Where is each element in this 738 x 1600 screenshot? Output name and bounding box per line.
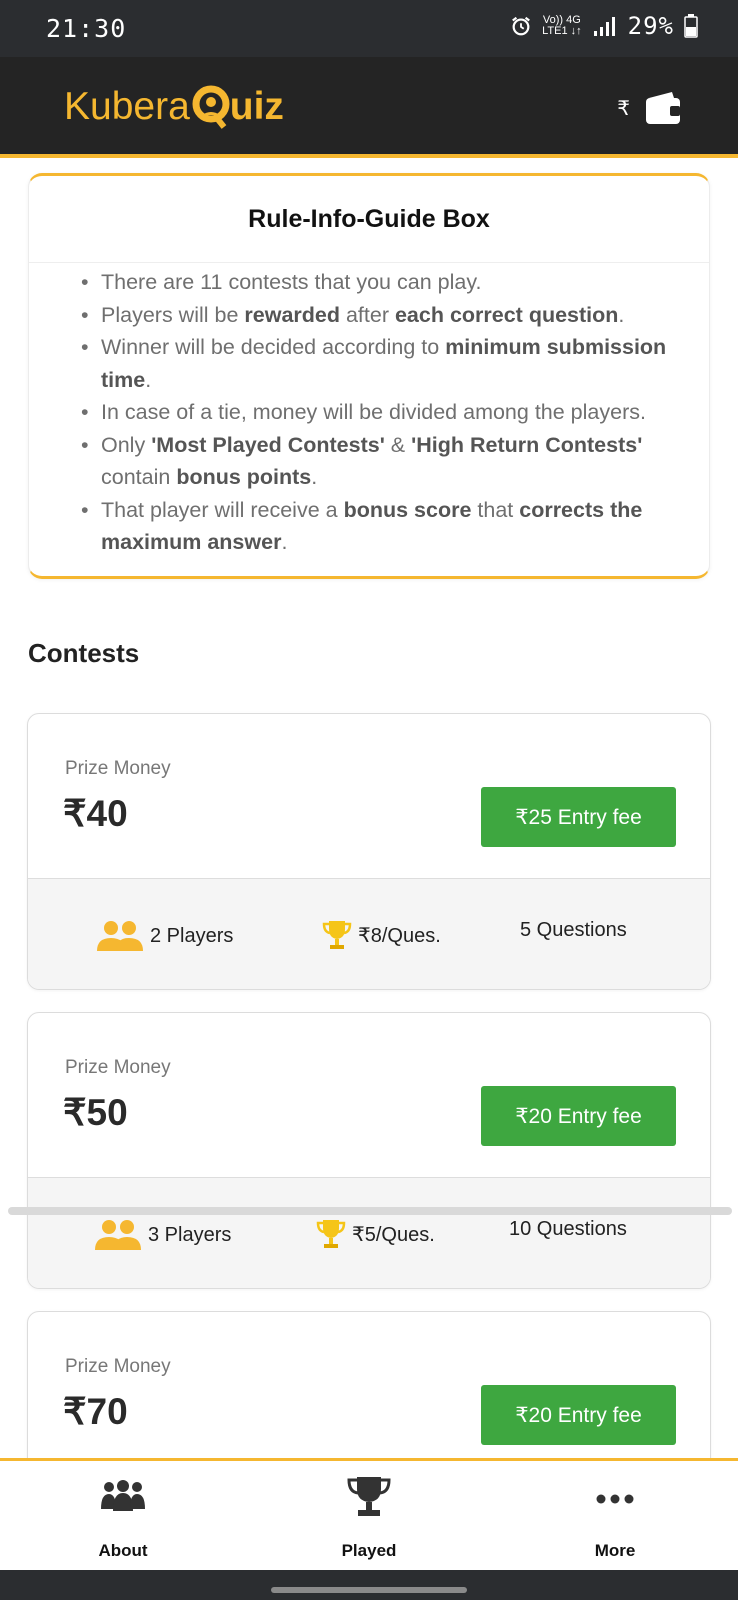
rule-text: .: [311, 465, 318, 489]
nav-played[interactable]: Played: [246, 1461, 492, 1573]
wallet-icon: [646, 92, 680, 124]
rule-text: .: [281, 530, 288, 554]
rule-item: That player will receive a bonus score t…: [81, 494, 709, 559]
logo-text-left: Kubera: [64, 85, 190, 128]
battery-icon: [684, 14, 698, 38]
entry-fee-button[interactable]: ₹20 Entry fee: [481, 1086, 676, 1146]
wallet-button[interactable]: ₹: [617, 90, 682, 126]
per-question-amount: ₹5/Ques.: [352, 1223, 435, 1246]
rule-box-title: Rule-Info-Guide Box: [29, 176, 709, 263]
players-count: 3 Players: [148, 1223, 232, 1246]
rule-emphasis: bonus score: [343, 497, 472, 522]
questions-stat: 10 Questions: [509, 1218, 627, 1241]
rule-item: There are 11 contests that you can play.: [81, 266, 709, 299]
logo-q-icon: [192, 85, 230, 129]
players-stat: 2 Players: [96, 919, 233, 953]
home-gesture-bar[interactable]: [271, 1587, 467, 1593]
questions-count: 10 Questions: [509, 1218, 627, 1240]
rule-emphasis: bonus points: [176, 465, 312, 489]
users-icon: [97, 921, 143, 951]
rule-text: That player will receive a: [101, 497, 344, 522]
rule-text: .: [145, 367, 152, 392]
rule-text: .: [618, 302, 625, 327]
logo-text-right: uiz: [229, 85, 284, 128]
contest-card-stats: 3 Players ₹5/Ques. 10 Questions: [28, 1178, 710, 1288]
signal-icon: [593, 17, 615, 36]
entry-fee-button[interactable]: ₹25 Entry fee: [481, 787, 676, 847]
prize-label: Prize Money: [65, 1057, 171, 1078]
per-question-stat: ₹8/Ques.: [322, 919, 441, 951]
prize-label: Prize Money: [65, 758, 171, 779]
rule-text: &: [384, 432, 412, 457]
status-time: 21:30: [46, 14, 127, 43]
trophy-icon: [347, 1477, 391, 1516]
wallet-currency: ₹: [617, 97, 630, 120]
rule-text: contain: [101, 465, 177, 489]
bottom-nav: About Played More: [0, 1458, 738, 1573]
rule-text: Players will be: [101, 302, 245, 327]
rule-text: that: [471, 497, 520, 522]
rule-emphasis: 'Most Played Contests': [151, 432, 385, 457]
prize-amount: ₹40: [63, 793, 128, 834]
rule-list: There are 11 contests that you can play.…: [29, 263, 709, 559]
contest-card[interactable]: Prize Money ₹40 ₹25 Entry fee 2 Players …: [27, 713, 711, 990]
app-logo[interactable]: Kubera uiz: [64, 82, 284, 132]
nav-about-label: About: [98, 1541, 148, 1560]
contests-heading: Contests: [28, 638, 140, 668]
users-icon: [95, 1220, 141, 1250]
rule-item: In case of a tie, money will be divided …: [81, 396, 709, 429]
rule-text: after: [340, 302, 395, 327]
questions-count: 5 Questions: [520, 919, 627, 941]
per-question-amount: ₹8/Ques.: [358, 924, 441, 947]
rule-emphasis: rewarded: [244, 302, 340, 327]
system-nav-bar: [0, 1570, 738, 1600]
network-indicator: Vo)) 4G LTE1 ↓↑: [542, 15, 582, 37]
alarm-icon: [512, 16, 531, 36]
rule-emphasis: 'High Return Contests': [411, 432, 643, 457]
trophy-icon: [322, 921, 352, 949]
network-bottom: LTE1 ↓↑: [542, 25, 582, 37]
nav-played-label: Played: [341, 1541, 397, 1560]
trophy-icon: [316, 1220, 346, 1248]
rule-text: Only: [101, 432, 152, 457]
scroll-divider: [8, 1207, 732, 1215]
status-icons: Vo)) 4G LTE1 ↓↑ 29%: [510, 12, 698, 40]
prize-amount: ₹50: [63, 1092, 128, 1133]
rule-text: In case of a tie, money will be divided …: [101, 400, 646, 424]
contest-card-top: Prize Money ₹70 ₹20 Entry fee: [28, 1312, 710, 1470]
questions-stat: 5 Questions: [520, 919, 627, 942]
rule-emphasis: each correct question: [394, 302, 619, 327]
contest-card-stats: 2 Players ₹8/Ques. 5 Questions: [28, 879, 710, 989]
more-icon: [596, 1494, 634, 1504]
rule-item: Only 'Most Played Contests' & 'High Retu…: [81, 429, 709, 494]
prize-label: Prize Money: [65, 1356, 171, 1377]
nav-about[interactable]: About: [0, 1461, 246, 1573]
status-bar: 21:30 Vo)) 4G LTE1 ↓↑ 29%: [0, 0, 738, 57]
rule-text: Winner will be decided according to: [101, 335, 446, 359]
rule-item: Winner will be decided according to mini…: [81, 331, 709, 396]
per-question-stat: ₹5/Ques.: [316, 1218, 435, 1250]
players-count: 2 Players: [150, 924, 234, 947]
nav-more[interactable]: More: [492, 1461, 738, 1573]
nav-more-label: More: [594, 1541, 636, 1560]
contest-card[interactable]: Prize Money ₹50 ₹20 Entry fee 3 Players …: [27, 1012, 711, 1289]
contest-card[interactable]: Prize Money ₹70 ₹20 Entry fee: [27, 1311, 711, 1471]
logo-quiz: uiz: [192, 85, 284, 129]
entry-fee-button[interactable]: ₹20 Entry fee: [481, 1385, 676, 1445]
battery-percent: 29%: [627, 12, 674, 40]
prize-amount: ₹70: [63, 1391, 128, 1432]
group-icon: [101, 1480, 145, 1511]
app-header: Kubera uiz ₹: [0, 57, 738, 158]
contest-card-top: Prize Money ₹50 ₹20 Entry fee: [28, 1013, 710, 1178]
players-stat: 3 Players: [94, 1218, 231, 1252]
rule-text: There are 11 contests that you can play.: [101, 270, 482, 294]
contest-card-top: Prize Money ₹40 ₹25 Entry fee: [28, 714, 710, 879]
rule-item: Players will be rewarded after each corr…: [81, 299, 709, 332]
rule-info-box: Rule-Info-Guide Box There are 11 contest…: [28, 173, 710, 579]
